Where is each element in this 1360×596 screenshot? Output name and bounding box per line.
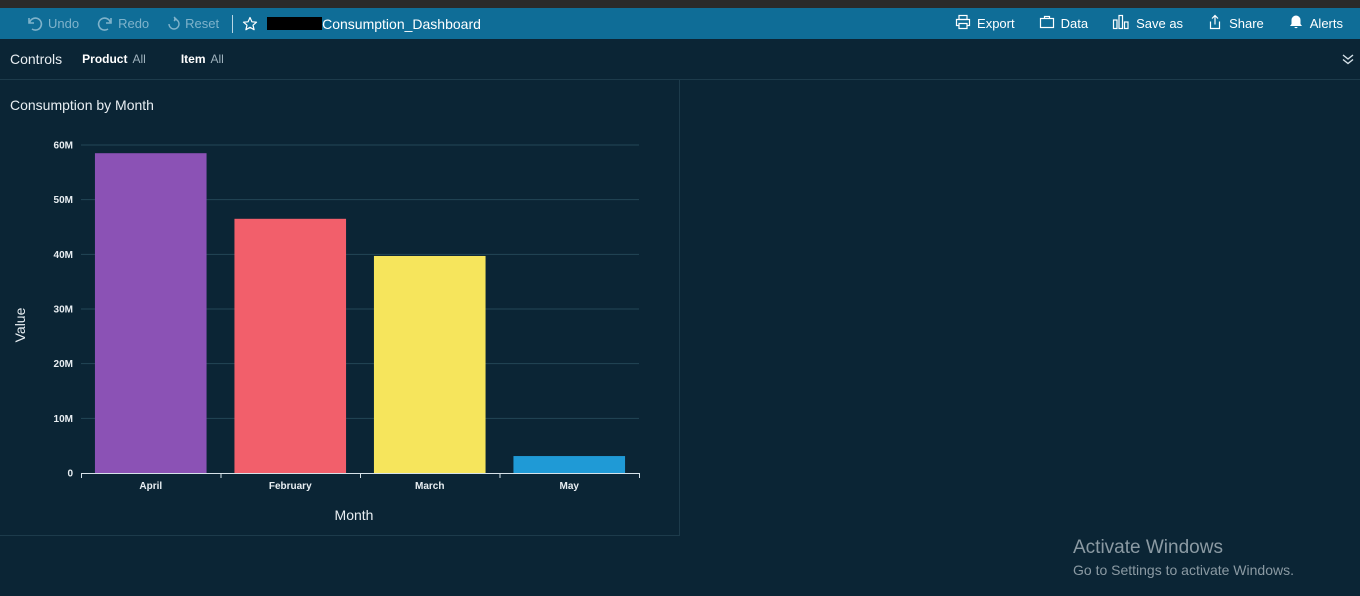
- export-button[interactable]: Export: [955, 14, 1015, 33]
- y-tick-label: 50M: [54, 195, 73, 206]
- product-filter-value: All: [132, 52, 146, 66]
- reset-button[interactable]: Reset: [167, 16, 219, 32]
- bar-chart-icon: [1112, 14, 1130, 33]
- undo-button[interactable]: Undo: [26, 16, 79, 32]
- activate-windows-watermark: Activate Windows Go to Settings to activ…: [1073, 537, 1294, 578]
- data-button[interactable]: Data: [1039, 14, 1088, 33]
- data-label: Data: [1060, 16, 1089, 31]
- dashboard-sheet: Consumption by Month 0 10M 20M 30M 40M 50M 60M…: [0, 80, 1360, 596]
- window-top-strip: [0, 0, 1360, 8]
- controls-bar: Controls Product All Item All: [0, 39, 1360, 80]
- x-tick-label: May: [560, 481, 580, 492]
- toolbar-divider: [232, 14, 234, 33]
- y-axis-title: Value: [12, 307, 28, 342]
- redo-button[interactable]: Redo: [96, 16, 149, 32]
- printer-icon: [955, 14, 971, 33]
- share-button[interactable]: Share: [1207, 14, 1264, 33]
- item-filter-value: All: [210, 52, 224, 66]
- undo-label: Undo: [48, 16, 80, 31]
- double-chevron-down-icon[interactable]: [1341, 52, 1355, 69]
- x-tick-label: March: [415, 481, 444, 492]
- bell-icon: [1288, 14, 1304, 33]
- watermark-line-1: Activate Windows: [1073, 537, 1223, 558]
- save-as-label: Save as: [1136, 16, 1184, 31]
- redo-icon: [96, 16, 114, 32]
- y-tick-label: 60M: [54, 141, 73, 152]
- controls-title[interactable]: Controls: [10, 51, 62, 67]
- y-tick-label: 10M: [54, 414, 73, 425]
- bar-may[interactable]: [513, 456, 626, 473]
- redacted-block: [267, 17, 323, 30]
- y-tick-label: 0: [67, 469, 73, 480]
- redo-label: Redo: [118, 16, 150, 31]
- share-label: Share: [1229, 16, 1264, 31]
- dashboard-title-text: Consumption_Dashboard: [322, 15, 481, 32]
- x-tick-label: April: [139, 481, 162, 492]
- y-tick-label: 30M: [54, 305, 73, 316]
- bar-april[interactable]: [94, 153, 207, 473]
- x-tick-label: February: [269, 481, 312, 492]
- y-tick-label: 40M: [54, 250, 73, 261]
- product-filter[interactable]: Product All: [82, 52, 146, 66]
- bar-march[interactable]: [373, 255, 486, 473]
- undo-icon: [26, 16, 44, 32]
- dashboard-title: Consumption_Dashboard: [267, 16, 481, 32]
- bar-february[interactable]: [234, 218, 347, 473]
- bar-chart: 0 10M 20M 30M 40M 50M 60M April February March May…: [12, 141, 640, 523]
- save-as-button[interactable]: Save as: [1112, 14, 1183, 33]
- x-axis-title: Month: [335, 507, 374, 523]
- alerts-label: Alerts: [1309, 16, 1343, 31]
- alerts-button[interactable]: Alerts: [1288, 14, 1343, 33]
- share-icon: [1207, 14, 1223, 33]
- export-label: Export: [977, 16, 1015, 31]
- reset-label: Reset: [185, 16, 220, 31]
- briefcase-icon: [1039, 14, 1055, 33]
- toolbar: Undo Redo Reset Consumption_Dashboard Ex…: [0, 8, 1360, 39]
- favorite-star-icon[interactable]: [242, 16, 258, 32]
- watermark-line-2: Go to Settings to activate Windows.: [1073, 562, 1294, 578]
- y-tick-label: 20M: [54, 359, 73, 370]
- reset-icon: [167, 16, 181, 32]
- item-filter-label: Item: [180, 52, 206, 66]
- item-filter[interactable]: Item All: [181, 52, 224, 66]
- product-filter-label: Product: [82, 52, 128, 66]
- bar-chart-visual[interactable]: Consumption by Month 0 10M 20M 30M 40M 50M 60M…: [0, 80, 680, 536]
